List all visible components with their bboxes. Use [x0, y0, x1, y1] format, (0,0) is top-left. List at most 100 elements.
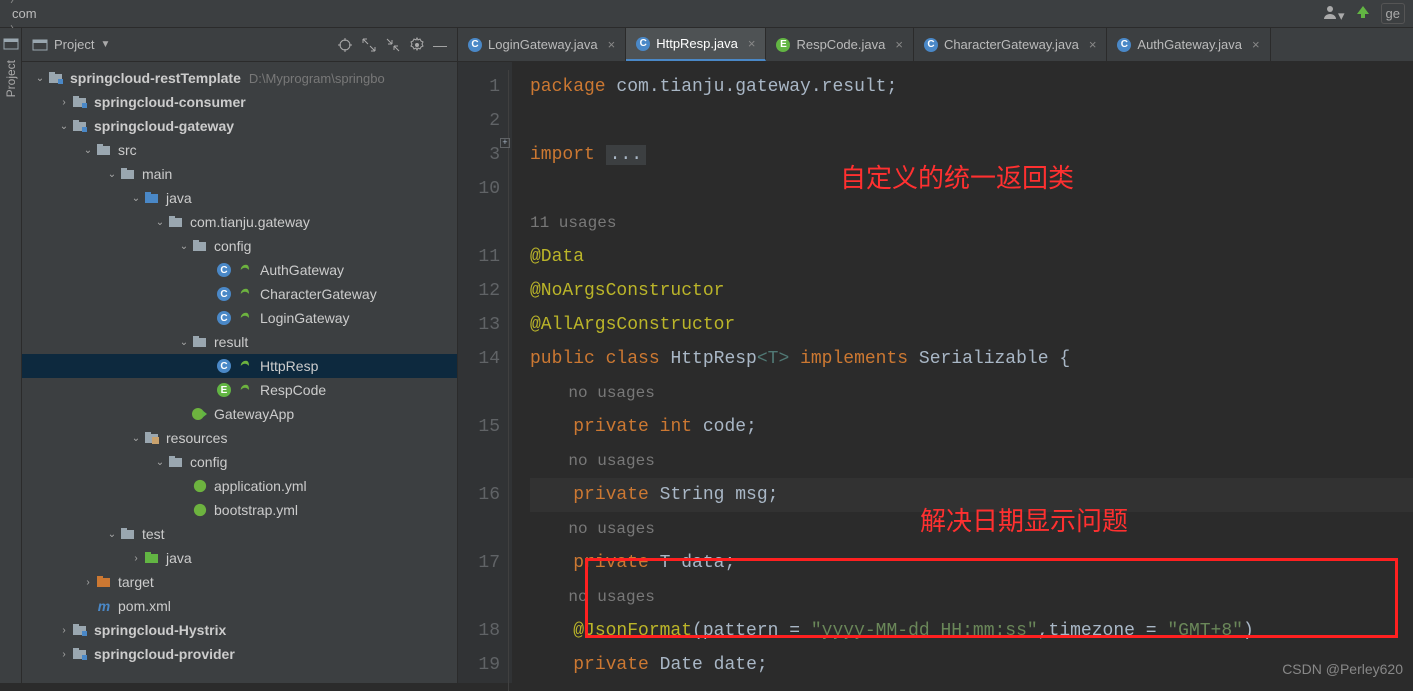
tree-item[interactable]: GatewayApp: [22, 402, 457, 426]
line-number: 2: [458, 104, 500, 138]
tree-item[interactable]: ›springcloud-provider: [22, 642, 457, 666]
spring-icon: [192, 502, 208, 518]
line-number: 13: [458, 308, 500, 342]
tree-item[interactable]: CLoginGateway: [22, 306, 457, 330]
tree-item[interactable]: › springcloud-Hystrix: [22, 618, 457, 642]
tree-label: CharacterGateway: [260, 286, 377, 302]
tree-item[interactable]: application.yml: [22, 474, 457, 498]
resources-icon: [144, 430, 160, 446]
folder-icon: [192, 238, 208, 254]
expand-arrow[interactable]: ⌄: [58, 121, 70, 132]
expand-arrow[interactable]: ⌄: [82, 145, 94, 156]
tree-item[interactable]: ⌄springcloud-restTemplateD:\Myprogram\sp…: [22, 66, 457, 90]
usages-hint[interactable]: no usages: [530, 512, 1413, 546]
code-editor[interactable]: 12310111213141516171819 package com.tian…: [458, 62, 1413, 683]
line-number: [458, 206, 500, 240]
tree-item[interactable]: ›java: [22, 546, 457, 570]
spring-leaf-icon: [238, 286, 254, 302]
tree-item[interactable]: ⌄result: [22, 330, 457, 354]
tab-label: AuthGateway.java: [1137, 37, 1242, 52]
tree-item[interactable]: mpom.xml: [22, 594, 457, 618]
file-type-icon: C: [636, 37, 650, 51]
usages-hint[interactable]: no usages: [530, 580, 1413, 614]
tree-item[interactable]: ⌄ test: [22, 522, 457, 546]
tree-item[interactable]: ⌄main: [22, 162, 457, 186]
expand-arrow[interactable]: ⌄: [106, 169, 118, 180]
tree-item[interactable]: ⌄ resources: [22, 426, 457, 450]
expand-arrow[interactable]: ⌄: [130, 433, 142, 444]
tree-label: src: [118, 142, 137, 158]
tree-label: springcloud-Hystrix: [94, 622, 226, 638]
line-number: 18: [458, 614, 500, 648]
tree-item[interactable]: ⌄config: [22, 450, 457, 474]
tab-close-icon[interactable]: ×: [1089, 37, 1097, 52]
expand-arrow[interactable]: ›: [130, 553, 142, 564]
expand-arrow[interactable]: ⌄: [178, 337, 190, 348]
expand-arrow[interactable]: ⌄: [34, 73, 46, 84]
tree-label: GatewayApp: [214, 406, 294, 422]
module-icon: [72, 94, 88, 110]
editor-tab[interactable]: ERespCode.java×: [766, 28, 913, 61]
editor-area: CLoginGateway.java×CHttpResp.java×ERespC…: [458, 28, 1413, 683]
file-type-icon: C: [924, 38, 938, 52]
tree-label: test: [142, 526, 165, 542]
breadcrumb-bar: springcloud-restTemplate〉springcloud-gat…: [0, 0, 1413, 28]
editor-tab[interactable]: CHttpResp.java×: [626, 28, 766, 61]
usages-hint[interactable]: 11 usages: [530, 206, 1413, 240]
tree-item[interactable]: ERespCode: [22, 378, 457, 402]
expand-arrow[interactable]: ›: [82, 577, 94, 588]
collapse-icon[interactable]: [385, 37, 401, 53]
tree-label: resources: [166, 430, 227, 446]
tree-item[interactable]: ⌄com.tianju.gateway: [22, 210, 457, 234]
tree-item[interactable]: ⌄java: [22, 186, 457, 210]
usages-hint[interactable]: no usages: [530, 376, 1413, 410]
run-config[interactable]: ge: [1381, 3, 1405, 24]
project-tool-tab[interactable]: Project: [4, 56, 18, 101]
build-icon[interactable]: [1355, 4, 1371, 23]
code-content[interactable]: package com.tianju.gateway.result; +impo…: [512, 62, 1413, 683]
line-number: 3: [458, 138, 500, 172]
tree-item[interactable]: ⌄springcloud-gateway: [22, 114, 457, 138]
expand-arrow[interactable]: ›: [58, 97, 70, 108]
editor-tab[interactable]: CLoginGateway.java×: [458, 28, 626, 61]
expand-arrow[interactable]: ›: [58, 649, 70, 660]
tree-label: LoginGateway: [260, 310, 350, 326]
settings-icon[interactable]: [409, 37, 425, 53]
expand-arrow[interactable]: ⌄: [178, 241, 190, 252]
spring-leaf-icon: [238, 382, 254, 398]
breadcrumb-item[interactable]: com: [8, 6, 175, 21]
c-blue-icon: C: [216, 262, 232, 278]
tab-close-icon[interactable]: ×: [895, 37, 903, 52]
fold-icon[interactable]: +: [500, 138, 510, 148]
tab-close-icon[interactable]: ×: [1252, 37, 1260, 52]
user-icon[interactable]: ▾: [1322, 4, 1345, 24]
tree-item[interactable]: bootstrap.yml: [22, 498, 457, 522]
expand-arrow[interactable]: ⌄: [130, 193, 142, 204]
expand-arrow[interactable]: ⌄: [154, 457, 166, 468]
editor-tab[interactable]: CAuthGateway.java×: [1107, 28, 1270, 61]
tree-item[interactable]: ⌄config: [22, 234, 457, 258]
tree-item[interactable]: ›target: [22, 570, 457, 594]
expand-arrow[interactable]: ⌄: [154, 217, 166, 228]
line-number: 14: [458, 342, 500, 376]
expand-arrow[interactable]: ⌄: [106, 529, 118, 540]
locate-icon[interactable]: [337, 37, 353, 53]
hide-icon[interactable]: —: [433, 37, 447, 53]
tree-item[interactable]: ⌄ src: [22, 138, 457, 162]
editor-tab[interactable]: CCharacterGateway.java×: [914, 28, 1107, 61]
project-tool-icon[interactable]: [3, 36, 19, 52]
usages-hint[interactable]: no usages: [530, 444, 1413, 478]
tree-item[interactable]: CCharacterGateway: [22, 282, 457, 306]
expand-arrow[interactable]: ›: [58, 625, 70, 636]
tree-item[interactable]: ›springcloud-consumer: [22, 90, 457, 114]
expand-icon[interactable]: [361, 37, 377, 53]
tab-close-icon[interactable]: ×: [748, 36, 756, 51]
line-number: 17: [458, 546, 500, 580]
project-tree[interactable]: ⌄springcloud-restTemplateD:\Myprogram\sp…: [22, 62, 457, 683]
tree-item[interactable]: CAuthGateway: [22, 258, 457, 282]
tree-view-selector[interactable]: Project ▼: [32, 37, 331, 53]
file-type-icon: C: [468, 38, 482, 52]
tree-item[interactable]: CHttpResp: [22, 354, 457, 378]
tab-close-icon[interactable]: ×: [608, 37, 616, 52]
line-number: 15: [458, 410, 500, 444]
